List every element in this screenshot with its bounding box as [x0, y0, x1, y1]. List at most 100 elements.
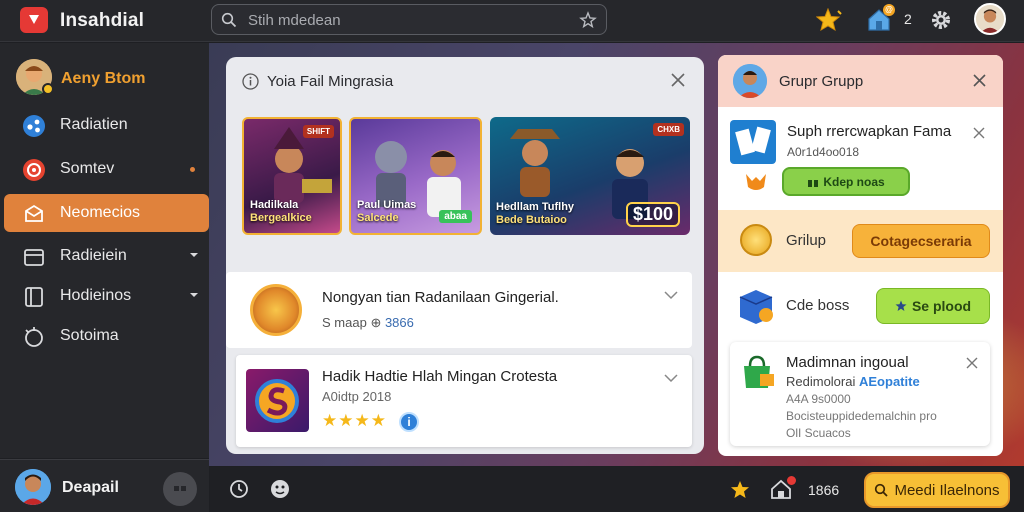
shop-bag-icon: [744, 355, 774, 388]
notice-line-4: OlI Scuacos: [786, 426, 851, 440]
notification-badge: @: [883, 4, 895, 16]
notification-dot: [787, 476, 796, 485]
target-icon: [23, 159, 45, 181]
sidebar-item-neomecios[interactable]: Neomecios: [4, 194, 209, 232]
list-item-title: Hadik Hadtie Hlah Mingan Crotesta: [322, 368, 558, 385]
group-panel: Grupr Grupp Suph rrercwapkan Fama A0r1d4…: [718, 55, 1003, 456]
person-avatar-icon: [15, 469, 51, 505]
verified-badge-icon: [42, 83, 54, 95]
close-icon[interactable]: [973, 127, 985, 139]
cube-gift-icon: [739, 290, 773, 324]
top-bar: Insahdial @ 2: [0, 0, 1024, 42]
sidebar-item-sotoima[interactable]: Sotoima: [4, 317, 209, 355]
card-caption-line2: Bede Butaioo: [496, 214, 567, 226]
unread-dot: [190, 167, 195, 172]
bottom-bar: 1866 Meedi Ilaelnons: [210, 467, 1024, 512]
sidebar: Aeny Btom Radiatien Somtev Neomecios Rad…: [0, 43, 209, 458]
keep-news-button[interactable]: Kdep noas: [782, 167, 910, 196]
notice-line-1: Redimolorai AEopatite: [786, 374, 920, 389]
primary-action-label: Meedi Ilaelnons: [894, 481, 1000, 499]
info-icon[interactable]: i: [399, 412, 419, 432]
app-tile-glyph: [735, 126, 771, 156]
search-input[interactable]: [248, 10, 568, 30]
coin-icon: [740, 224, 772, 256]
game-card[interactable]: SHIFT Hadilkala Bergealkice: [242, 117, 342, 235]
footer-menu-button[interactable]: [163, 472, 197, 506]
sidebar-user[interactable]: Aeny Btom: [16, 59, 206, 97]
card-caption-line1: Hadilkala: [250, 199, 299, 211]
game-card[interactable]: CHXB Hedllam Tuflhy Bede Butaioo $100: [490, 117, 690, 235]
favorites-star-icon[interactable]: [816, 8, 842, 32]
list-item[interactable]: Nongyan tian Radanilaan Gingerial. S maa…: [226, 272, 692, 348]
categories-button[interactable]: Cotagecseraria: [852, 224, 990, 258]
notice-line-1-prefix: Redimolorai: [786, 374, 856, 389]
person-avatar-icon: [976, 5, 1004, 33]
sidebar-item-label: Radieiein: [60, 247, 127, 264]
close-icon[interactable]: [972, 73, 987, 88]
card-caption-line2: Bergealkice: [250, 212, 312, 224]
group-item-label: Grilup: [786, 232, 827, 249]
star-icon: [895, 300, 907, 311]
sidebar-item-somtev[interactable]: Somtev: [4, 150, 209, 188]
list-item-title: Nongyan tian Radanilaan Gingerial.: [322, 289, 559, 306]
group-notice-card[interactable]: Madimnan ingoual Redimolorai AEopatite A…: [730, 342, 990, 446]
game-cards: SHIFT Hadilkala Bergealkice Paul Uimas S…: [242, 117, 692, 237]
user-avatar[interactable]: [974, 3, 1006, 35]
clock-icon[interactable]: [229, 479, 249, 499]
group-item: Cde boss Se plood: [718, 277, 1003, 337]
grid-icon: [174, 486, 186, 491]
coin-icon: [250, 284, 302, 336]
close-icon[interactable]: [670, 72, 686, 88]
share-icon: [23, 115, 45, 137]
list-item-sub-value: 3866: [384, 315, 414, 330]
group-item-subtitle: A0r1d4oo018: [787, 145, 860, 159]
sidebar-item-radiatien[interactable]: Radiatien: [4, 106, 209, 144]
card-caption-line1: Hedllam Tuflhy: [496, 201, 575, 213]
sidebar-footer: Deapail: [0, 459, 209, 512]
rating-stars: ★★★★: [322, 411, 387, 430]
search-bar[interactable]: [211, 4, 607, 35]
briefcase-icon: [25, 204, 43, 222]
game-card[interactable]: Paul Uimas Salcede abaa: [349, 117, 482, 235]
notice-title: Madimnan ingoual: [786, 354, 909, 371]
list-item[interactable]: Hadik Hadtie Hlah Mingan Crotesta A0idtp…: [236, 355, 692, 447]
card-caption: Hedllam Tuflhy Bede Butaioo: [496, 201, 574, 227]
notice-line-1-link[interactable]: AEopatite: [859, 374, 920, 389]
settings-icon: [25, 327, 43, 347]
sidebar-item-hodieinos[interactable]: Hodieinos: [4, 277, 209, 315]
group-item: Grilup Cotagecseraria: [718, 210, 1003, 272]
star-outline-icon[interactable]: [579, 11, 597, 29]
sidebar-item-radieiein[interactable]: Radieiein: [4, 237, 209, 275]
home-notifications-button[interactable]: @: [866, 4, 895, 32]
chevron-down-icon[interactable]: [189, 290, 199, 300]
card-caption-line2: Salcede: [357, 212, 399, 224]
chevron-down-icon[interactable]: [664, 290, 678, 300]
card-chip: SHIFT: [302, 125, 334, 138]
list-item-subtitle: S maap ⊕ 3866: [322, 315, 414, 331]
chevron-down-icon[interactable]: [664, 373, 678, 383]
list-item-subtitle: A0idtp 2018: [322, 389, 392, 404]
primary-action-button[interactable]: Meedi Ilaelnons: [864, 472, 1010, 508]
chevron-down-icon[interactable]: [189, 250, 199, 260]
sidebar-item-label: Hodieinos: [60, 287, 132, 304]
bookmark-icon: [25, 287, 43, 307]
sidebar-user-name: Aeny Btom: [61, 70, 146, 87]
box-icon: [24, 249, 44, 266]
card-chip: CHXB: [653, 123, 684, 136]
sidebar-item-label: Somtev: [60, 160, 115, 177]
plood-button[interactable]: Se plood: [876, 288, 990, 324]
play-icon: [29, 15, 39, 24]
close-icon[interactable]: [966, 357, 978, 369]
notice-line-3: Bocisteuppidedemalchin pro: [786, 409, 937, 423]
s-logo-icon: [255, 379, 299, 423]
footer-avatar[interactable]: [15, 469, 51, 505]
list-item-thumbnail: [246, 369, 309, 432]
home-button[interactable]: [770, 476, 796, 500]
app-logo[interactable]: [20, 7, 48, 33]
group-item-label: Cde boss: [786, 297, 850, 314]
emoji-icon[interactable]: [270, 479, 290, 499]
star-icon[interactable]: [730, 480, 750, 500]
card-caption: Paul Uimas Salcede: [357, 199, 416, 225]
card-caption: Hadilkala Bergealkice: [250, 199, 312, 225]
gear-icon[interactable]: [930, 9, 952, 31]
